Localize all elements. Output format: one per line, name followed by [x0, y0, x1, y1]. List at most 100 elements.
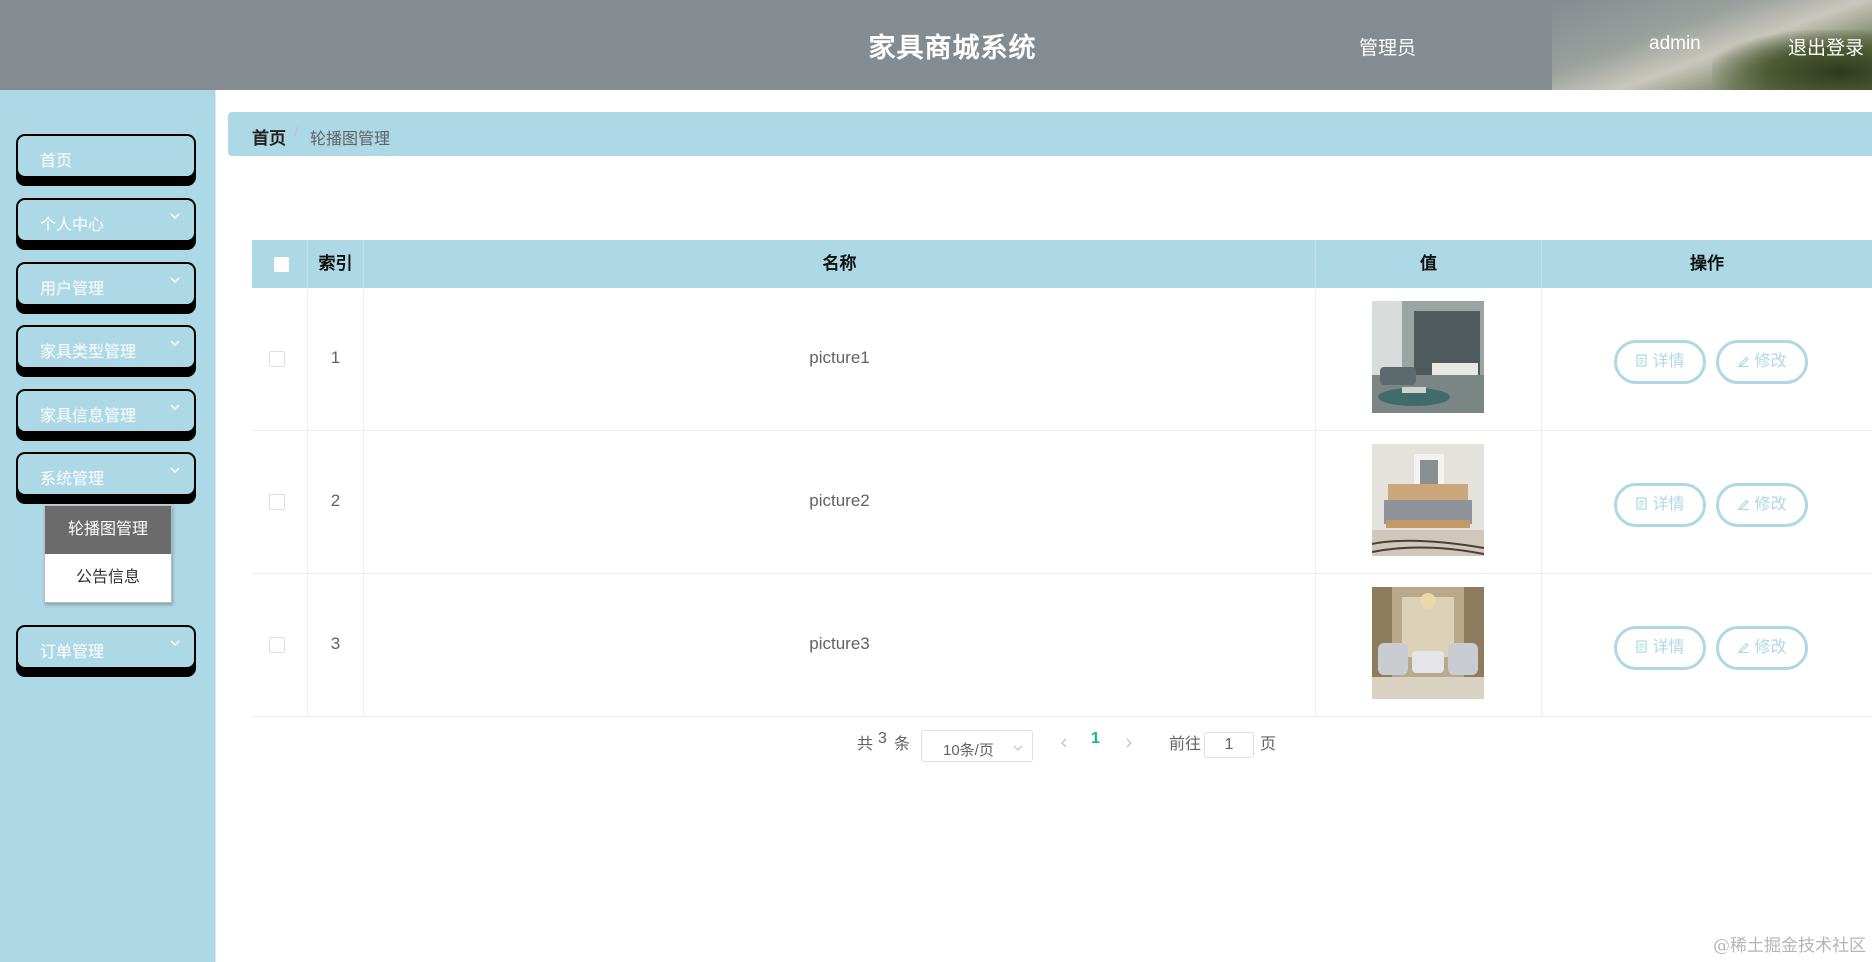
- detail-button[interactable]: 详情: [1614, 340, 1706, 384]
- sidebar-item-label: 用户管理: [40, 281, 105, 298]
- row-select-cell: [252, 431, 308, 574]
- page-unit-label: 页: [1260, 736, 1277, 753]
- prev-page-icon[interactable]: [1058, 737, 1070, 749]
- detail-button[interactable]: 详情: [1614, 483, 1706, 527]
- select-all-checkbox[interactable]: [274, 257, 289, 272]
- sidebar-item-furniture-info[interactable]: 家具信息管理: [16, 389, 196, 433]
- breadcrumb-separator: /: [294, 124, 299, 141]
- edit-button[interactable]: 修改: [1716, 626, 1808, 670]
- classic-lounge-image: [1372, 587, 1484, 699]
- chevron-down-icon: [170, 640, 180, 647]
- row-name: picture3: [809, 634, 870, 653]
- pencil-icon: [1738, 642, 1750, 653]
- chevron-down-icon: [170, 404, 180, 411]
- watermark: @稀土掘金技术社区: [1713, 936, 1866, 956]
- actions-cell: 详情 修改: [1542, 574, 1872, 717]
- actions-cell: 详情 修改: [1542, 431, 1872, 574]
- name-cell: picture1: [364, 288, 1316, 431]
- table-row: 2 picture2 详情 修改: [252, 431, 1872, 574]
- bedroom-image: [1372, 444, 1484, 556]
- row-name: picture2: [809, 491, 870, 510]
- sidebar-item-furniture-types[interactable]: 家具类型管理: [16, 325, 196, 369]
- chevron-down-icon: [170, 277, 180, 284]
- sidebar-item-personal-center[interactable]: 个人中心: [16, 198, 196, 242]
- logout-link[interactable]: 退出登录: [1788, 33, 1864, 60]
- name-cell: picture3: [364, 574, 1316, 717]
- sidebar-item-label: 家具信息管理: [40, 408, 137, 425]
- goto-label: 前往: [1169, 736, 1202, 753]
- detail-button-label: 详情: [1652, 353, 1685, 370]
- value-cell: [1316, 574, 1542, 717]
- row-select-cell: [252, 574, 308, 717]
- table-row: 3 picture3 详情 修改: [252, 574, 1872, 717]
- chevron-down-icon: [1013, 745, 1023, 751]
- edit-button-label: 修改: [1754, 496, 1787, 513]
- site-title: 家具商城系统: [868, 33, 1037, 63]
- total-count: 3: [878, 730, 887, 747]
- page-size-select[interactable]: 10条/页: [921, 730, 1033, 762]
- total-suffix: 条: [894, 736, 911, 753]
- breadcrumb: 首页 / 轮播图管理: [228, 112, 1872, 156]
- sidebar-item-label: 首页: [40, 153, 73, 170]
- username-label: admin: [1649, 33, 1701, 54]
- chevron-down-icon: [170, 467, 180, 474]
- document-icon: [1636, 354, 1648, 367]
- top-header: 家具商城系统 管理员 admin 退出登录: [0, 0, 1872, 90]
- detail-button[interactable]: 详情: [1614, 626, 1706, 670]
- page-size-value: 10条/页: [943, 742, 994, 759]
- document-icon: [1636, 640, 1648, 653]
- chevron-down-icon: [170, 213, 180, 220]
- submenu-item-announcements[interactable]: 公告信息: [45, 554, 171, 602]
- sidebar-item-users[interactable]: 用户管理: [16, 262, 196, 306]
- column-header-value: 值: [1316, 240, 1542, 288]
- detail-button-label: 详情: [1652, 496, 1685, 513]
- edit-button-label: 修改: [1754, 353, 1787, 370]
- edit-button[interactable]: 修改: [1716, 340, 1808, 384]
- living-room-image: [1372, 301, 1484, 413]
- breadcrumb-current: 轮播图管理: [310, 131, 391, 148]
- table-header: 索引 名称 值 操作: [252, 240, 1872, 288]
- document-icon: [1636, 497, 1648, 510]
- index-cell: 1: [308, 288, 364, 431]
- index-cell: 2: [308, 431, 364, 574]
- user-role-label: 管理员: [1358, 38, 1416, 59]
- breadcrumb-home[interactable]: 首页: [252, 124, 286, 149]
- chevron-down-icon: [170, 340, 180, 347]
- detail-button-label: 详情: [1652, 639, 1685, 656]
- sidebar-item-label: 订单管理: [40, 644, 105, 661]
- sidebar-item-label: 系统管理: [40, 471, 105, 488]
- sidebar-item-system[interactable]: 系统管理: [16, 452, 196, 496]
- submenu-item-carousel[interactable]: 轮播图管理: [45, 506, 171, 554]
- sidebar-item-orders[interactable]: 订单管理: [16, 625, 196, 669]
- row-name: picture1: [809, 348, 870, 367]
- goto-page-input[interactable]: [1204, 732, 1254, 758]
- column-header-name: 名称: [364, 240, 1316, 288]
- total-prefix: 共: [857, 736, 874, 753]
- row-checkbox[interactable]: [269, 494, 285, 510]
- row-index: 1: [330, 348, 341, 367]
- value-cell: [1316, 431, 1542, 574]
- sidebar-item-label: 家具类型管理: [40, 344, 137, 361]
- row-index: 2: [330, 491, 341, 510]
- value-cell: [1316, 288, 1542, 431]
- actions-cell: 详情 修改: [1542, 288, 1872, 431]
- pencil-icon: [1738, 356, 1750, 367]
- edit-button-label: 修改: [1754, 639, 1787, 656]
- next-page-icon[interactable]: [1123, 737, 1135, 749]
- row-checkbox[interactable]: [269, 351, 285, 367]
- column-header-actions: 操作: [1690, 254, 1724, 273]
- pencil-icon: [1738, 499, 1750, 510]
- edit-button[interactable]: 修改: [1716, 483, 1808, 527]
- row-index: 3: [330, 634, 341, 653]
- sidebar-item-label: 个人中心: [40, 217, 105, 234]
- column-header-index: 索引: [308, 240, 364, 288]
- table-row: 1 picture1 详情 修改: [252, 288, 1872, 431]
- row-checkbox[interactable]: [269, 637, 285, 653]
- current-page-number[interactable]: 1: [1091, 730, 1100, 748]
- row-select-cell: [252, 288, 308, 431]
- name-cell: picture2: [364, 431, 1316, 574]
- system-submenu: 轮播图管理 公告信息: [44, 505, 172, 603]
- sidebar-item-home[interactable]: 首页: [16, 134, 196, 178]
- select-all-column: [252, 240, 308, 288]
- index-cell: 3: [308, 574, 364, 717]
